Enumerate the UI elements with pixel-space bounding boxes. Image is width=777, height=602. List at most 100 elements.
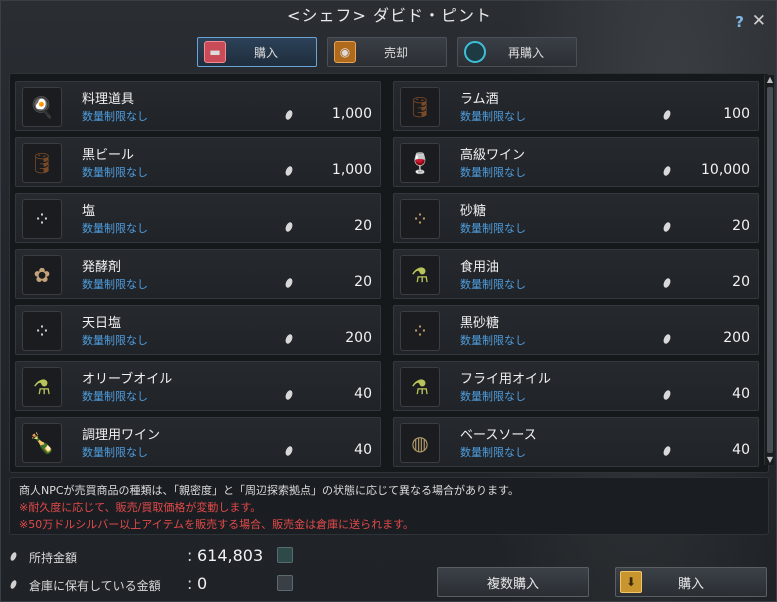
item-name: 塩 (82, 204, 96, 219)
item-limit: 数量制限なし (82, 222, 148, 235)
salt-pile-icon: ⁘ (22, 311, 62, 351)
item-limit: 数量制限なし (460, 334, 526, 347)
close-icon[interactable]: ✕ (752, 11, 766, 31)
sugar-pile-icon: ⁘ (400, 311, 440, 351)
item-limit: 数量制限なし (460, 222, 526, 235)
item-price: 1,000 (331, 106, 372, 122)
item-slot[interactable]: 🛢 黒ビール数量制限なし 1,000 (15, 137, 381, 187)
tab-buy-label: 購入 (253, 45, 278, 60)
cooking-utensils-icon: 🍳 (22, 87, 62, 127)
item-slot[interactable]: 🛢 ラム酒数量制限なし 100 (393, 81, 759, 131)
warehouse-money-colon: : (187, 574, 193, 593)
download-arrow-icon: ⬇ (620, 571, 642, 593)
item-price: 20 (732, 218, 750, 234)
item-slot[interactable]: 🍳 料理道具数量制限なし 1,000 (15, 81, 381, 131)
item-name: 食用油 (460, 260, 500, 275)
scrollbar-thumb[interactable] (767, 87, 773, 453)
item-price: 200 (345, 330, 372, 346)
tab-buy[interactable]: ▬ 購入 (197, 37, 317, 67)
bag-icon: ▬ (204, 41, 226, 63)
barrel-icon: 🛢 (22, 143, 62, 183)
sugar-pile-icon: ⁘ (400, 199, 440, 239)
help-icon[interactable]: ? (735, 13, 744, 31)
item-limit: 数量制限なし (82, 446, 148, 459)
item-slot[interactable]: ⁘ 黒砂糖数量制限なし 200 (393, 305, 759, 355)
item-name: 調理用ワイン (82, 428, 161, 443)
item-slot[interactable]: ✿ 発酵剤 数量制限なし 20 (15, 249, 381, 299)
item-price: 20 (354, 218, 372, 234)
item-limit: 数量制限なし (460, 166, 526, 179)
item-price: 20 (354, 274, 372, 290)
item-price: 200 (723, 330, 750, 346)
owned-money-value: 614,803 (197, 546, 264, 565)
item-price: 1,000 (331, 162, 372, 178)
item-price: 40 (354, 386, 372, 402)
item-name: 黒ビール (82, 148, 135, 163)
item-name: 高級ワイン (460, 148, 526, 163)
item-slot[interactable]: ◍ ベースソース 数量制限なし 40 (393, 417, 759, 467)
item-price: 10,000 (701, 162, 750, 178)
barrel-icon: 🛢 (400, 87, 440, 127)
item-price: 100 (723, 106, 750, 122)
item-slot[interactable]: ⚗ フライ用オイル 数量制限なし 40 (393, 361, 759, 411)
tab-rebuy-label: 再購入 (507, 45, 544, 60)
item-slot[interactable]: ⁘ 天日塩数量制限なし 200 (15, 305, 381, 355)
notice-line-3: ※50万ドルシルバー以上アイテムを販売する場合、販売金は倉庫に送られます。 (19, 518, 415, 531)
item-name: 砂糖 (460, 204, 487, 219)
multi-buy-label: 複数購入 (486, 576, 539, 592)
item-name: オリーブオイル (82, 372, 173, 387)
item-slot[interactable]: ⚗ オリーブオイル 数量制限なし 40 (15, 361, 381, 411)
tab-sell-label: 売却 (383, 45, 408, 60)
window-title: <シェフ> ダビド・ピント (287, 6, 492, 25)
item-slot[interactable]: ⚗ 食用油数量制限なし 20 (393, 249, 759, 299)
buy-label: 購入 (677, 576, 704, 592)
warehouse-money-label: 倉庫に保有している金額 (29, 579, 161, 593)
item-limit: 数量制限なし (460, 390, 526, 403)
multi-buy-button[interactable]: 複数購入 (437, 567, 589, 597)
warehouse-money-value: 0 (197, 574, 208, 593)
warehouse-icon (277, 575, 293, 591)
item-name: 料理道具 (82, 92, 135, 107)
shop-tabs: ▬ 購入 ◉ 売却 再購入 (197, 37, 577, 67)
scroll-up-icon[interactable]: ▲ (765, 75, 775, 85)
item-name: 天日塩 (82, 316, 122, 331)
tab-rebuy[interactable]: 再購入 (457, 37, 577, 67)
inventory-money-icon (277, 547, 293, 563)
item-limit: 数量制限なし (82, 334, 148, 347)
item-price: 20 (732, 274, 750, 290)
item-price: 40 (732, 442, 750, 458)
scroll-down-icon[interactable]: ▼ (765, 455, 775, 465)
shop-notice: 商人NPCが売買商品の種類は、「親密度」と「周辺探索拠点」の状態に応じて異なる場… (9, 477, 769, 535)
item-name: ベースソース (460, 428, 537, 443)
item-limit: 数量制限なし (82, 110, 148, 123)
item-slot[interactable]: ⁘ 塩数量制限なし 20 (15, 193, 381, 243)
coins-icon: ◉ (334, 41, 356, 63)
oil-flask-icon: ⚗ (400, 367, 440, 407)
item-limit: 数量制限なし (460, 278, 526, 291)
oil-flask-icon: ⚗ (22, 367, 62, 407)
refresh-icon (464, 41, 486, 63)
oil-flask-icon: ⚗ (400, 255, 440, 295)
wine-glass-icon: 🍷 (400, 143, 440, 183)
item-name: ラム酒 (460, 92, 499, 107)
item-limit: 数量制限なし (460, 446, 526, 459)
item-limit: 数量制限なし (82, 166, 148, 179)
item-list-scrollbar[interactable]: ▲ ▼ (764, 75, 774, 465)
item-name: フライ用オイル (460, 372, 552, 387)
buy-button[interactable]: ⬇ 購入 (615, 567, 767, 597)
item-limit: 数量制限なし (82, 390, 148, 403)
item-slot[interactable]: 🍾 調理用ワイン 数量制限なし 40 (15, 417, 381, 467)
tab-sell[interactable]: ◉ 売却 (327, 37, 447, 67)
owned-money-colon: : (187, 546, 193, 565)
wine-bottle-icon: 🍾 (22, 423, 62, 463)
item-limit: 数量制限なし (82, 278, 148, 291)
item-slot[interactable]: ⁘ 砂糖数量制限なし 20 (393, 193, 759, 243)
silver-coin-icon (9, 579, 18, 590)
notice-line-1: 商人NPCが売買商品の種類は、「親密度」と「周辺探索拠点」の状態に応じて異なる場… (19, 484, 519, 497)
yeast-icon: ✿ (22, 255, 62, 295)
item-limit: 数量制限なし (460, 110, 526, 123)
silver-coin-icon (9, 551, 18, 562)
shop-window: <シェフ> ダビド・ピント ? ✕ ▬ 購入 ◉ 売却 再購入 🍳 料理道具数量制… (0, 0, 777, 602)
item-slot[interactable]: 🍷 高級ワイン数量制限なし 10,000 (393, 137, 759, 187)
item-name: 黒砂糖 (460, 316, 500, 331)
